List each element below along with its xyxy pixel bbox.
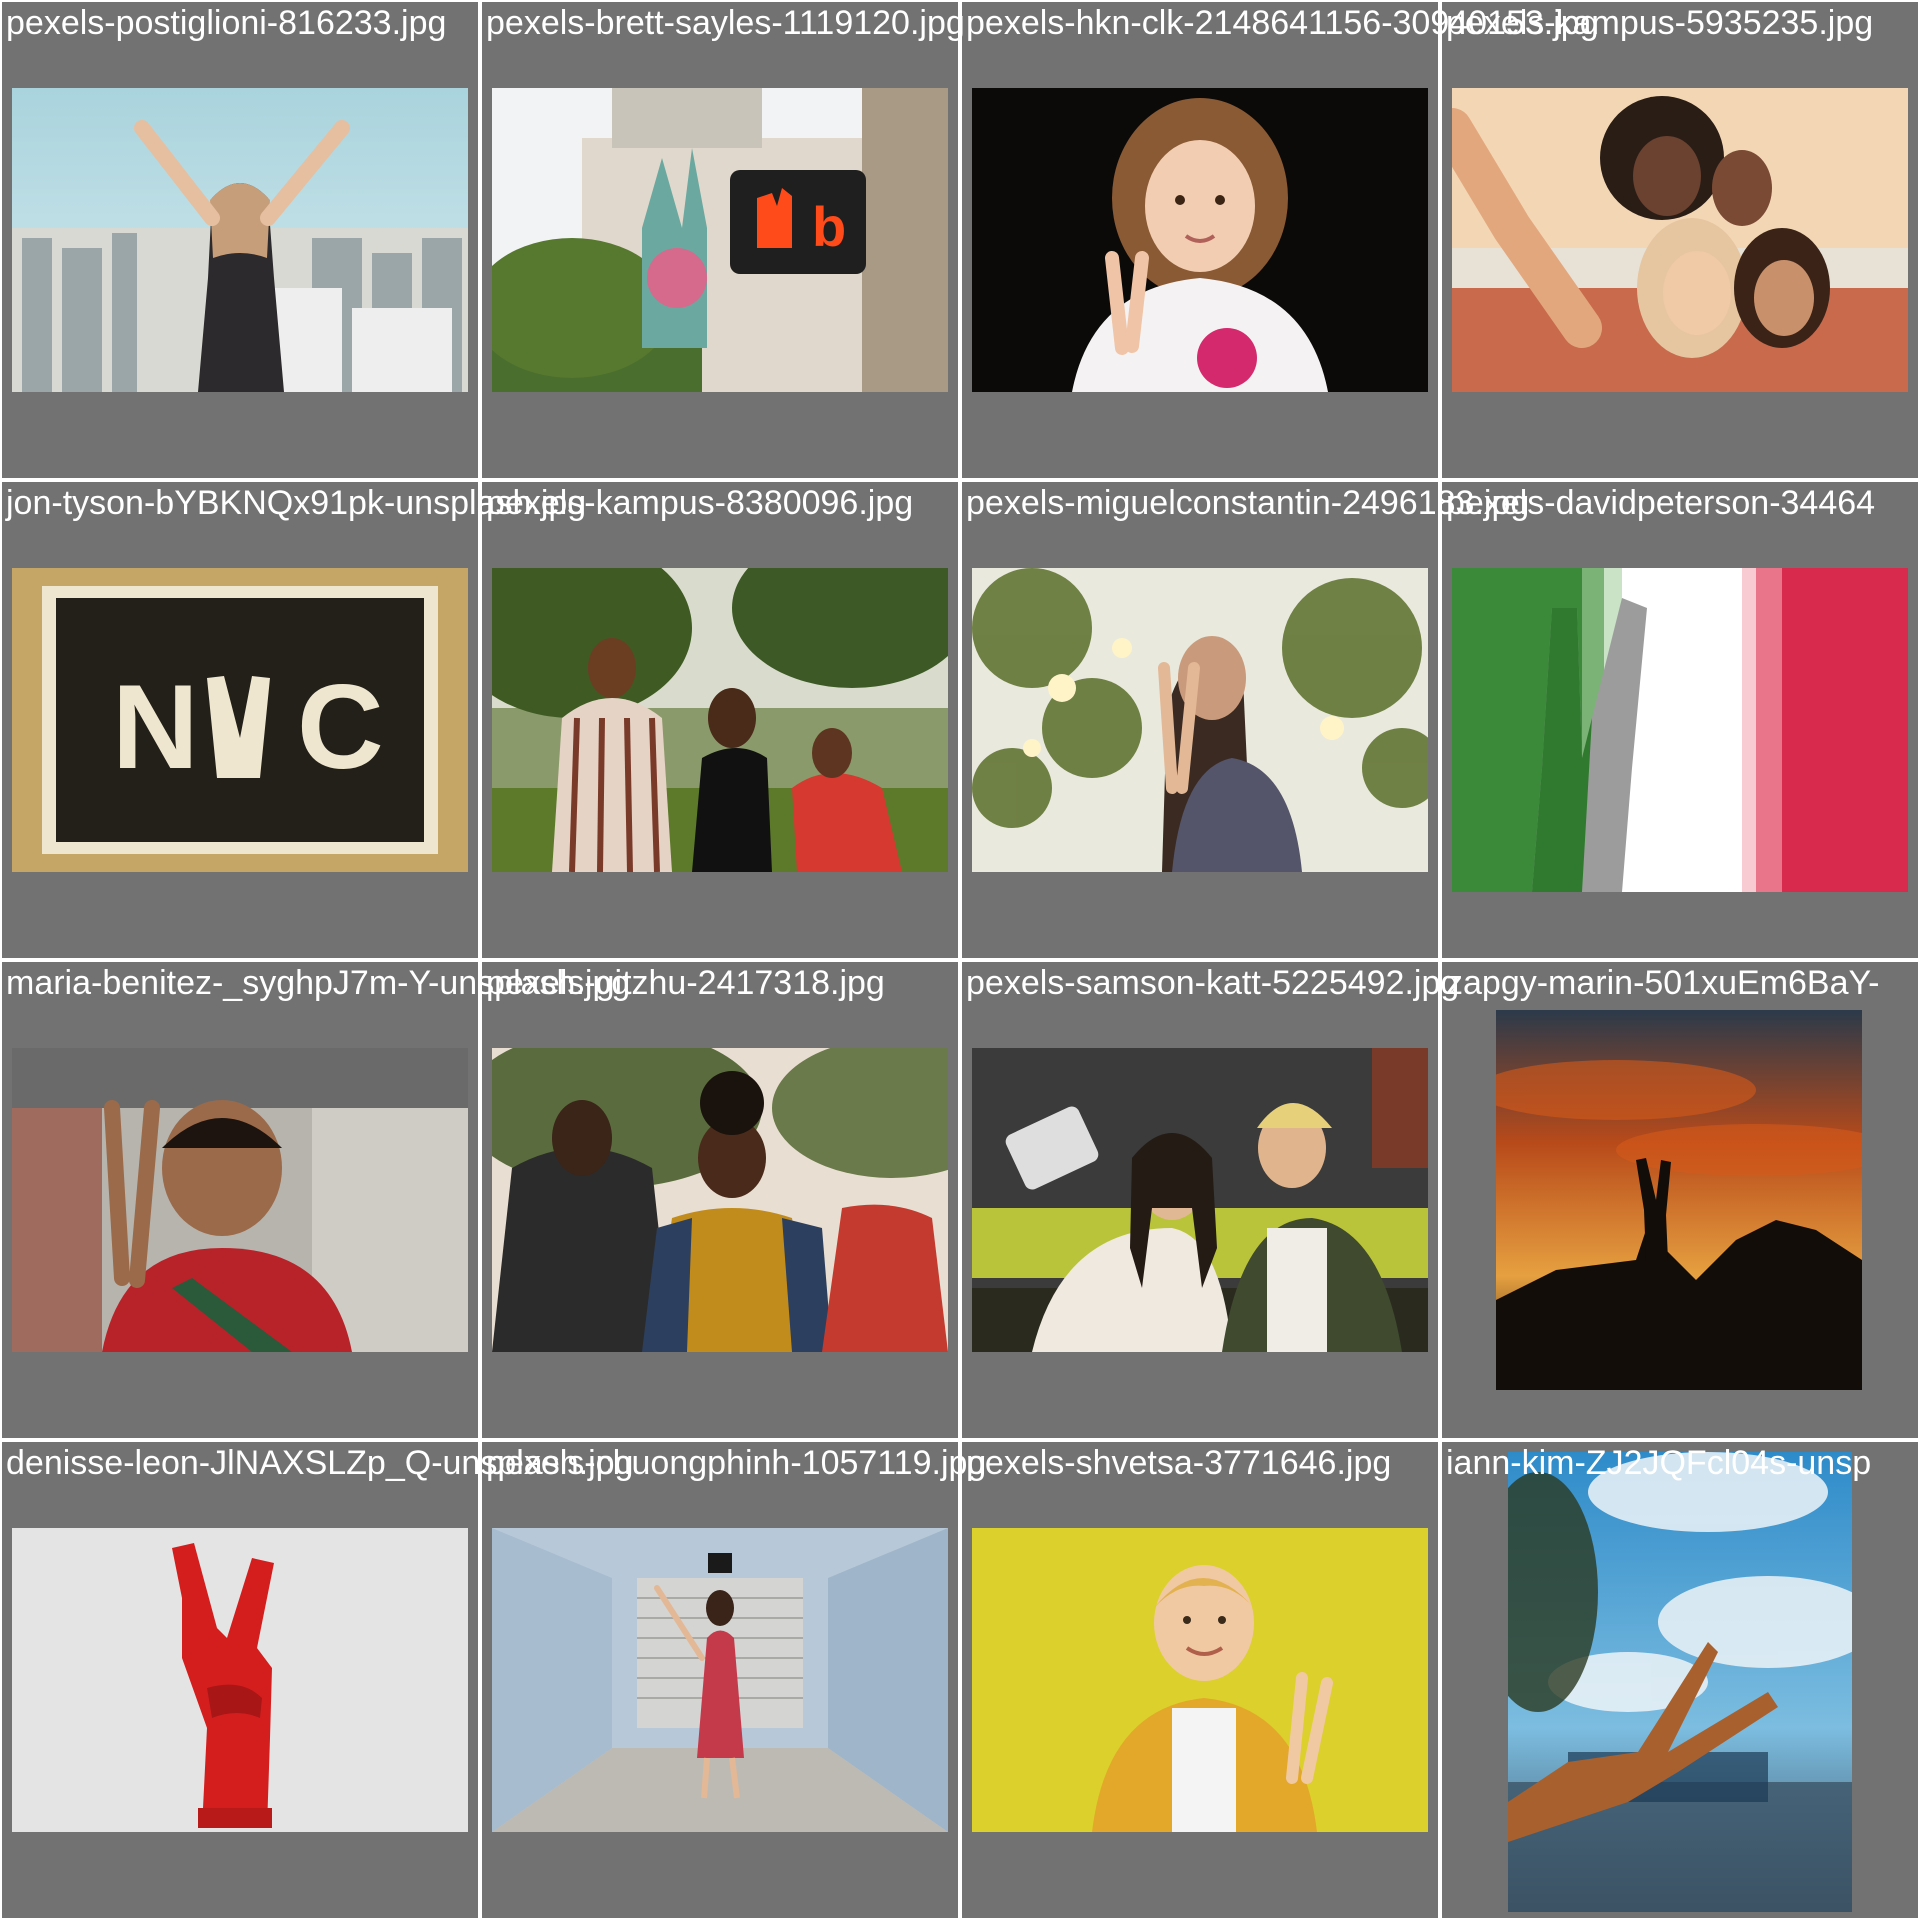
thumbnail-filename: pexels-kampus-5935235.jpg xyxy=(1446,4,1874,42)
woman-corridor-thumbnail xyxy=(492,1528,948,1832)
thumbnail-cell[interactable]: zapgy-marin-501xuEm6BaY- xyxy=(1442,962,1918,1438)
red-hand-sculpture-icon xyxy=(12,1528,468,1832)
nyc-banner-icon: N C xyxy=(12,568,468,872)
woman-bokeh-peace-icon xyxy=(972,568,1428,872)
friends-selfie-thumbnail xyxy=(1452,88,1908,392)
couple-bench-selfie-thumbnail xyxy=(972,1048,1428,1352)
svg-text:C: C xyxy=(297,660,384,794)
friends-selfie-icon xyxy=(1452,88,1908,392)
thumbnail-cell[interactable]: pexels-gitzhu-2417318.jpg xyxy=(482,962,958,1438)
nyc-banner-thumbnail: N C xyxy=(12,568,468,872)
thumbnail-cell[interactable]: pexels-postiglioni-816233.jpg xyxy=(2,2,478,478)
crosswalk-signal-mural-thumbnail: b xyxy=(492,88,948,392)
crosswalk-signal-mural-icon: b xyxy=(492,88,948,392)
thumbnail-cell[interactable]: pexels-miguelconstantin-2496183.jpg xyxy=(962,482,1529,958)
thumbnail-filename: pexels-chuongphinh-1057119.jpg xyxy=(486,1444,987,1482)
woman-peace-sign-city-icon xyxy=(12,88,468,392)
boy-yellow-background-thumbnail xyxy=(972,1528,1428,1832)
thumbnail-cell[interactable]: pexels-davidpeterson-34464 xyxy=(1442,482,1918,958)
thumbnail-filename: pexels-samson-katt-5225492.jpg xyxy=(966,964,1460,1002)
thumbnail-filename: pexels-shvetsa-3771646.jpg xyxy=(966,1444,1392,1482)
thumbnail-cell[interactable]: iann-kim-ZJ2JQFcl04s-unsp xyxy=(1442,1442,1918,1918)
red-hand-sculpture-thumbnail xyxy=(12,1528,468,1832)
thumbnail-filename: pexels-davidpeterson-34464 xyxy=(1446,484,1876,522)
thumbnail-cell[interactable]: b pexels-brett-sayles-1119120.jpg xyxy=(482,2,965,478)
girl-peace-sign-thumbnail xyxy=(972,88,1428,392)
thumbnail-cell[interactable]: maria-benitez-_syghpJ7m-Y-unsplash.jpg xyxy=(2,962,630,1438)
italian-flag-hand-icon xyxy=(1452,568,1908,892)
couple-street-thumbnail xyxy=(492,1048,948,1352)
thumbnail-cell[interactable]: pexels-chuongphinh-1057119.jpg xyxy=(482,1442,986,1918)
thumbnail-cell[interactable]: pexels-samson-katt-5225492.jpg xyxy=(962,962,1459,1438)
thumbnail-filename: pexels-gitzhu-2417318.jpg xyxy=(486,964,885,1002)
thumbnail-filename: zapgy-marin-501xuEm6BaY- xyxy=(1446,964,1880,1002)
thumbnail-filename: pexels-kampus-8380096.jpg xyxy=(486,484,914,522)
couple-bench-selfie-icon xyxy=(972,1048,1428,1352)
hand-sky-blur-thumbnail xyxy=(1508,1452,1852,1912)
italian-flag-hand-thumbnail xyxy=(1452,568,1908,892)
group-park-icon xyxy=(492,568,948,872)
sunset-silhouette-hand-thumbnail xyxy=(1496,1010,1862,1390)
man-peace-street-thumbnail xyxy=(12,1048,468,1352)
sunset-silhouette-hand-icon xyxy=(1496,1010,1862,1390)
couple-street-icon xyxy=(492,1048,948,1352)
thumbnail-cell[interactable]: pexels-kampus-5935235.jpg xyxy=(1442,2,1918,478)
thumbnail-cell[interactable]: N C jon-tyson-bYBKNQx91pk-unsplash.jpg xyxy=(2,482,586,958)
thumbnail-filename: pexels-brett-sayles-1119120.jpg xyxy=(486,4,965,42)
svg-text:b: b xyxy=(812,195,846,258)
woman-bokeh-peace-thumbnail xyxy=(972,568,1428,872)
thumbnail-cell[interactable]: pexels-hkn-clk-2148641156-30940153.jpg xyxy=(962,2,1599,478)
man-peace-street-icon xyxy=(12,1048,468,1352)
boy-yellow-background-icon xyxy=(972,1528,1428,1832)
thumbnail-filename: pexels-postiglioni-816233.jpg xyxy=(6,4,447,42)
thumbnail-cell[interactable]: pexels-kampus-8380096.jpg xyxy=(482,482,958,958)
thumbnail-cell[interactable]: pexels-shvetsa-3771646.jpg xyxy=(962,1442,1438,1918)
thumbnail-cell[interactable]: denisse-leon-JlNAXSLZp_Q-unsplash.jpg xyxy=(2,1442,633,1918)
woman-peace-sign-city-thumbnail xyxy=(12,88,468,392)
thumbnail-grid: pexels-postiglioni-816233.jpg b pexels-br… xyxy=(0,0,1920,1920)
girl-peace-sign-icon xyxy=(972,88,1428,392)
group-park-thumbnail xyxy=(492,568,948,872)
hand-sky-blur-icon xyxy=(1508,1452,1852,1912)
woman-corridor-icon xyxy=(492,1528,948,1832)
svg-text:N: N xyxy=(112,660,199,794)
